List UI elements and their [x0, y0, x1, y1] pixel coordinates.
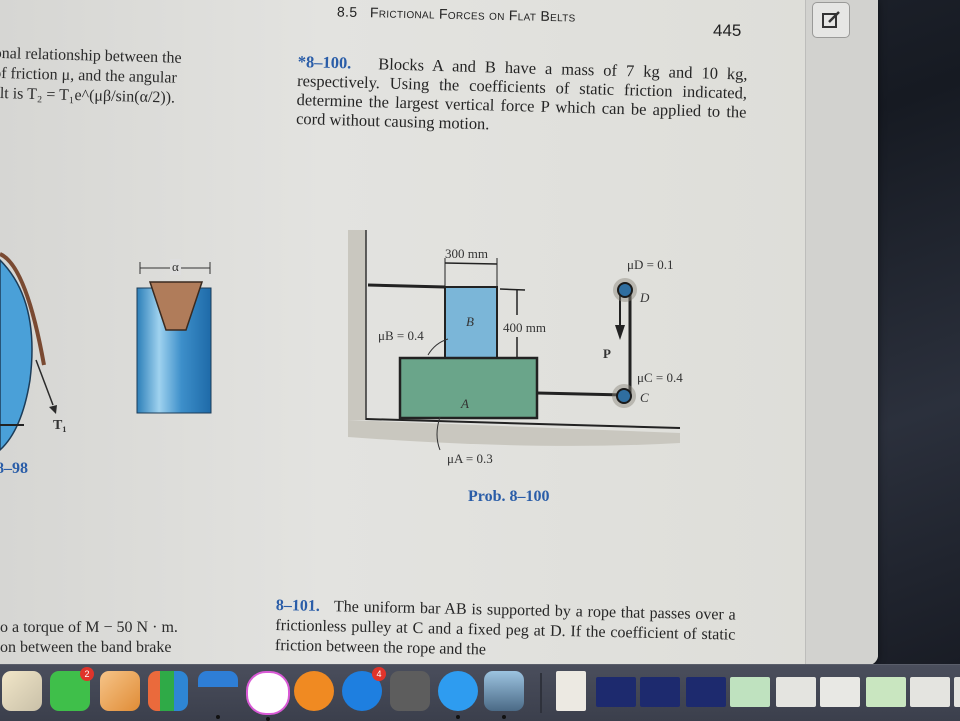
dock-app-keynote[interactable] [198, 671, 238, 719]
running-indicator [216, 715, 220, 719]
problem-8-101: 8–101. The uniform bar AB is supported b… [275, 596, 736, 665]
problem-text: Blocks A and B have a mass of 7 kg and 1… [295, 54, 748, 134]
dock-app-pages[interactable] [100, 671, 140, 711]
left-column-bottom-text: o a torque of M − 50 N · m. on between t… [0, 618, 178, 658]
pulley-wheel [0, 258, 33, 452]
textbook-page: 8.5 Frictional Forces on Flat Belts 445 … [0, 0, 805, 665]
minimized-window[interactable] [640, 677, 680, 707]
running-indicator [502, 715, 506, 719]
dock-app-ibooks[interactable] [294, 671, 334, 711]
mu-b-label: μB = 0.4 [378, 328, 424, 343]
minimized-window[interactable] [686, 677, 726, 707]
image-viewer-window: 8.5 Frictional Forces on Flat Belts 445 … [0, 0, 878, 665]
force-p-label: P [603, 346, 611, 361]
minimized-window[interactable] [776, 677, 816, 707]
problem-8-100: *8–100. Blocks A and B have a mass of 7 … [296, 52, 748, 141]
tension-arrow [35, 359, 54, 406]
running-head: 8.5 Frictional Forces on Flat Belts [337, 4, 576, 25]
minimized-window[interactable] [730, 677, 770, 707]
minimized-window[interactable] [596, 677, 636, 707]
arrow-head [49, 405, 57, 414]
peg-c-label: C [640, 390, 649, 405]
dock-app-facetime[interactable]: 2 [50, 667, 94, 711]
alpha-label: α [170, 259, 181, 275]
wall [348, 230, 366, 420]
problem-text: The uniform bar AB is supported by a rop… [274, 598, 736, 659]
height-dimension: 400 mm [503, 320, 546, 335]
peg-d [617, 282, 633, 298]
dock-app-numbers[interactable] [148, 671, 188, 711]
width-dimension: 300 mm [445, 246, 488, 261]
dock-app-itunes[interactable] [246, 671, 290, 721]
force-p-arrow [615, 325, 625, 340]
text-line: o a torque of M − 50 N · m. [0, 619, 178, 636]
mu-d-label: μD = 0.1 [627, 257, 674, 272]
minimized-window[interactable] [954, 677, 960, 707]
running-indicator [456, 715, 460, 719]
notification-badge: 4 [372, 667, 386, 681]
mu-c-label: μC = 0.4 [637, 370, 683, 385]
dock-app-image-viewer[interactable] [484, 671, 524, 719]
block-b-label: B [466, 314, 474, 329]
minimized-window[interactable] [820, 677, 860, 707]
block-a-label: A [461, 396, 469, 411]
figure-8-100-caption: Prob. 8–100 [468, 488, 550, 505]
tension-label: T₁ [53, 418, 67, 433]
problem-number: *8–100. [297, 52, 352, 73]
page-number: 445 [713, 21, 742, 40]
markup-edit-button[interactable] [812, 2, 850, 38]
viewer-side-panel [805, 0, 878, 665]
cord-a-to-c [536, 391, 626, 397]
peg-c [616, 388, 632, 404]
notification-badge: 2 [80, 667, 94, 681]
figure-8-98 [0, 252, 212, 452]
running-indicator [266, 717, 270, 721]
text-line: on between the band brake [0, 639, 172, 656]
compose-edit-icon [822, 11, 840, 28]
dock-separator [540, 673, 542, 713]
dock-app-messages[interactable] [438, 671, 478, 719]
problem-number: 8–101. [275, 596, 320, 615]
dock-document-stack[interactable] [556, 671, 586, 711]
figure-8-98-caption: 8–98 [0, 460, 28, 477]
section-title: Frictional Forces on Flat Belts [369, 4, 576, 25]
dock: 2 4 [0, 664, 960, 721]
cord-wall-to-b [367, 283, 446, 289]
minimized-window[interactable] [910, 677, 950, 707]
peg-d-label: D [640, 290, 650, 305]
section-number: 8.5 [336, 3, 358, 20]
dock-app-app-store[interactable]: 4 [342, 667, 386, 711]
dock-app-preview[interactable] [2, 671, 42, 711]
dock-app-system-preferences[interactable] [390, 671, 430, 711]
mu-a-label: μA = 0.3 [447, 451, 493, 466]
left-column-text: onal relationship between the of frictio… [0, 44, 260, 111]
minimized-window[interactable] [866, 677, 906, 707]
